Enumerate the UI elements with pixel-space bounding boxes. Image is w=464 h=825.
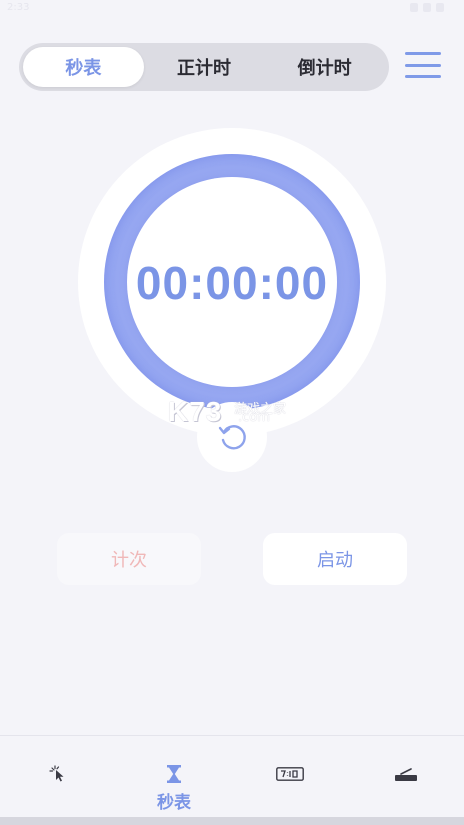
menu-icon[interactable] [405, 50, 441, 80]
gesture-bar [0, 817, 464, 825]
hourglass-icon [166, 764, 182, 784]
time-display: 00:00:00 [135, 257, 329, 309]
lap-button[interactable]: 计次 [57, 533, 201, 585]
desk-clock-icon [395, 764, 417, 784]
tab-countdown[interactable]: 倒计时 [264, 47, 385, 87]
watermark-logo: K73 [168, 396, 223, 427]
stopwatch-screen: 2:33 秒表 正计时 倒计时 00:00:00 K73 游戏之家 .com 计… [0, 0, 464, 825]
signal-icon [423, 3, 431, 12]
watermark: K73 游戏之家 .com [168, 396, 298, 428]
battery-icon [436, 3, 444, 12]
start-button[interactable]: 启动 [263, 533, 407, 585]
nav-item-stopwatch[interactable]: 秒表 [116, 736, 232, 820]
tab-count-up[interactable]: 正计时 [144, 47, 265, 87]
watermark-domain: .com [238, 410, 270, 425]
status-bar: 2:33 [0, 0, 464, 18]
mode-tabs: 秒表 正计时 倒计时 [19, 43, 389, 91]
status-time: 2:33 [7, 2, 30, 13]
cursor-tap-icon [49, 764, 67, 784]
nav-item-clock[interactable] [232, 736, 348, 820]
status-icons [410, 3, 444, 12]
wifi-icon [410, 3, 418, 12]
nav-item-tap[interactable] [0, 736, 116, 820]
tab-stopwatch[interactable]: 秒表 [23, 47, 144, 87]
digital-clock-icon [276, 764, 304, 784]
nav-label-stopwatch: 秒表 [157, 793, 191, 813]
nav-item-desk[interactable] [348, 736, 464, 820]
bottom-nav: 秒表 [0, 735, 464, 819]
